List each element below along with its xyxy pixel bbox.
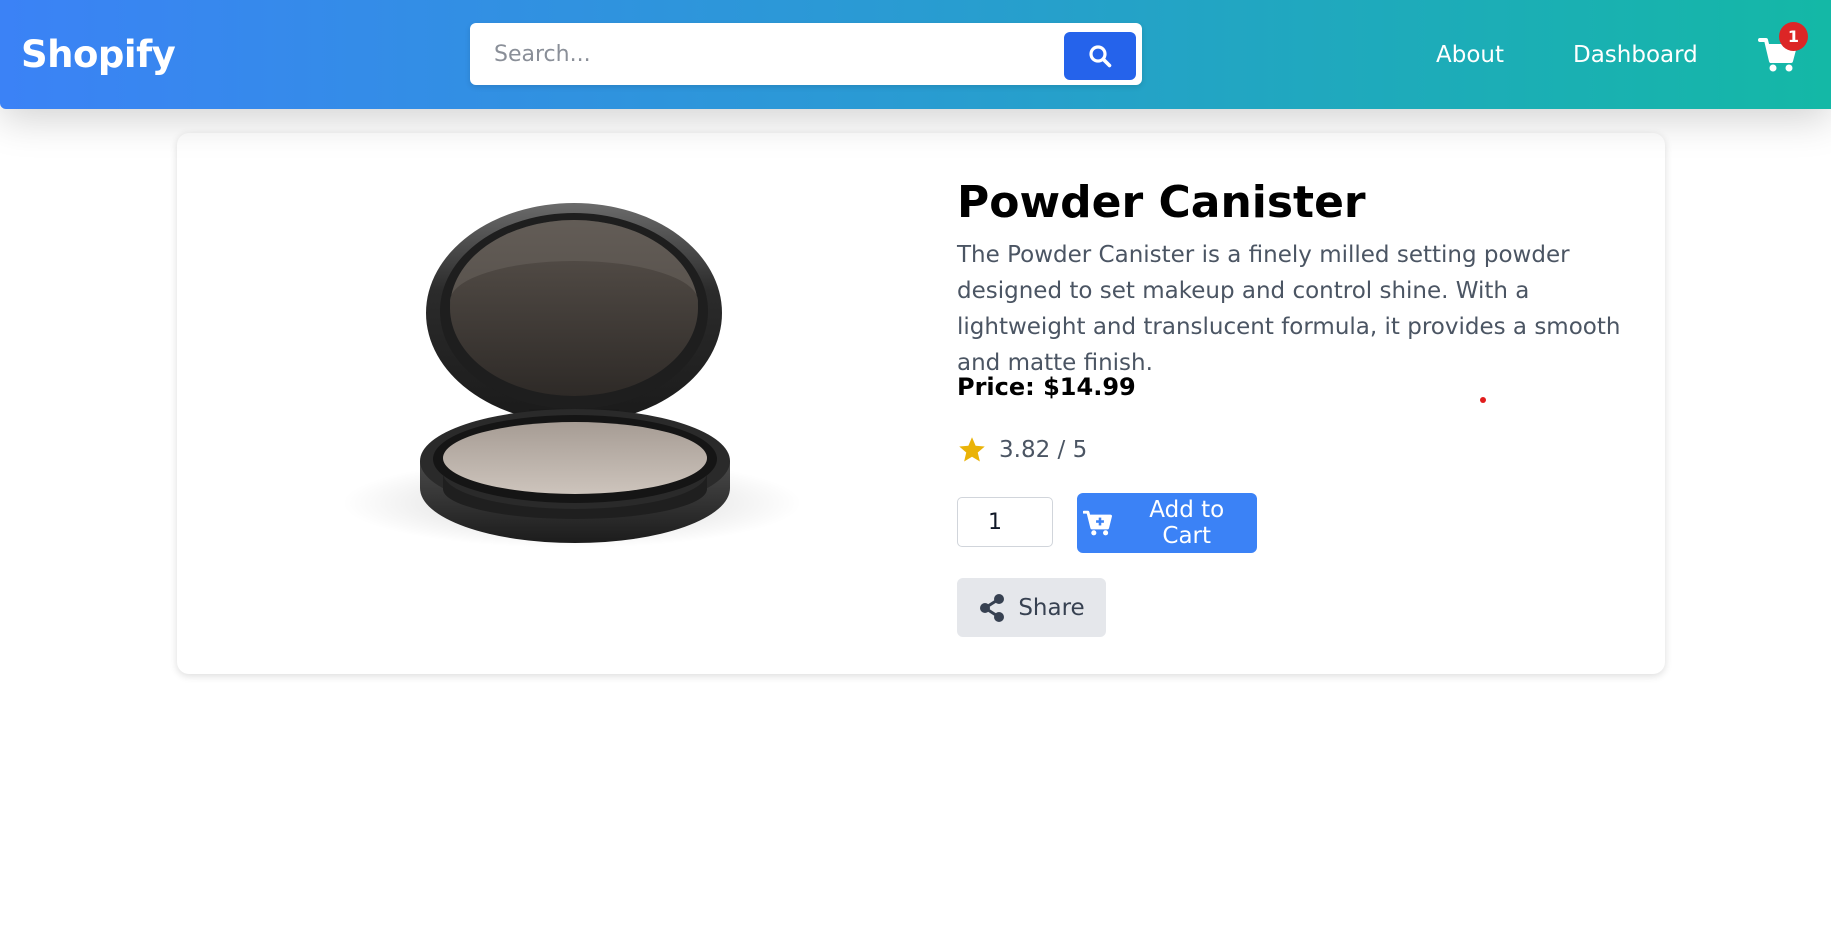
cart-count-badge: 1 — [1779, 22, 1808, 51]
search-input[interactable] — [480, 29, 1070, 79]
quantity-input[interactable] — [957, 497, 1053, 547]
add-to-cart-label: Add to Cart — [1149, 497, 1225, 549]
share-label: Share — [1018, 594, 1085, 621]
top-navbar: Shopify About Dashboard 1 — [0, 0, 1831, 109]
nav-link-about[interactable]: About — [1436, 38, 1504, 72]
product-price: Price: $14.99 — [957, 373, 1136, 401]
share-icon — [980, 593, 1005, 622]
product-description: The Powder Canister is a finely milled s… — [957, 242, 1621, 376]
rating-value: 3.82 / 5 — [999, 437, 1088, 463]
logo[interactable]: Shopify — [21, 33, 176, 77]
search-button[interactable] — [1064, 32, 1136, 80]
add-to-cart-button[interactable]: Add to Cart — [1077, 493, 1257, 553]
product-card: Powder Canister The Powder Canister is a… — [177, 133, 1665, 674]
product-rating: 3.82 / 5 — [957, 433, 1087, 467]
cart-plus-icon — [1083, 510, 1112, 536]
search-bar — [470, 23, 1142, 85]
cursor-dot — [1480, 397, 1486, 403]
share-button[interactable]: Share — [957, 578, 1106, 637]
product-title: Powder Canister — [957, 177, 1366, 228]
nav-link-dashboard[interactable]: Dashboard — [1573, 38, 1698, 72]
search-icon — [1089, 45, 1112, 68]
product-image — [342, 203, 802, 548]
star-icon — [957, 435, 987, 465]
